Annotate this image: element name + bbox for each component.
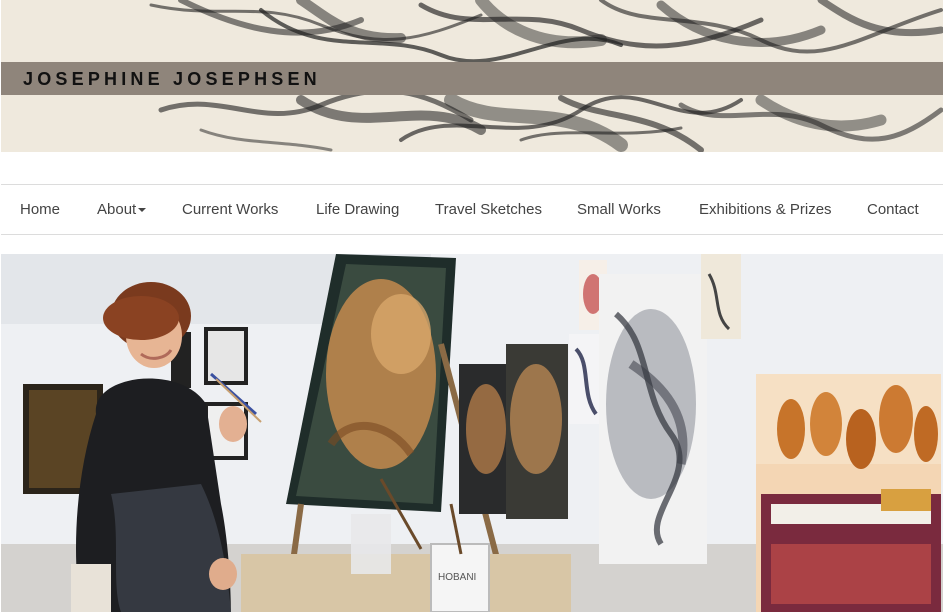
nav-item-about[interactable]: About xyxy=(97,185,147,234)
nav-item-life-drawing[interactable]: Life Drawing xyxy=(316,185,399,234)
site-title[interactable]: JOSEPHINE JOSEPHSEN xyxy=(23,68,321,90)
nav-item-contact[interactable]: Contact xyxy=(867,185,919,234)
nav-item-label: Travel Sketches xyxy=(435,201,542,218)
hero-studio-photo: HOBANI xyxy=(1,254,943,612)
nav-item-label: Small Works xyxy=(577,201,661,218)
nav-item-label: Home xyxy=(20,201,61,218)
nav-item-small-works[interactable]: Small Works xyxy=(577,185,661,234)
caret-down-icon xyxy=(138,208,147,213)
header-banner: JOSEPHINE JOSEPHSEN xyxy=(1,0,943,152)
nav-item-label: Current Works xyxy=(182,201,279,218)
bucket-label: HOBANI xyxy=(438,572,476,583)
nav-item-current-works[interactable]: Current Works xyxy=(182,185,278,234)
nav-item-label: About xyxy=(97,201,137,218)
nav-item-exhibitions-prizes[interactable]: Exhibitions & Prizes xyxy=(699,185,832,234)
nav-item-label: Exhibitions & Prizes xyxy=(699,201,832,218)
nav-item-label: Contact xyxy=(867,201,919,218)
nav-item-label: Life Drawing xyxy=(316,201,400,218)
title-band: JOSEPHINE JOSEPHSEN xyxy=(1,62,943,95)
artist-studio-image: HOBANI xyxy=(1,254,943,612)
nav-item-travel-sketches[interactable]: Travel Sketches xyxy=(435,185,542,234)
main-nav: Home About Current Works Life Drawing Tr… xyxy=(1,184,943,235)
nav-item-home[interactable]: Home xyxy=(20,185,60,234)
